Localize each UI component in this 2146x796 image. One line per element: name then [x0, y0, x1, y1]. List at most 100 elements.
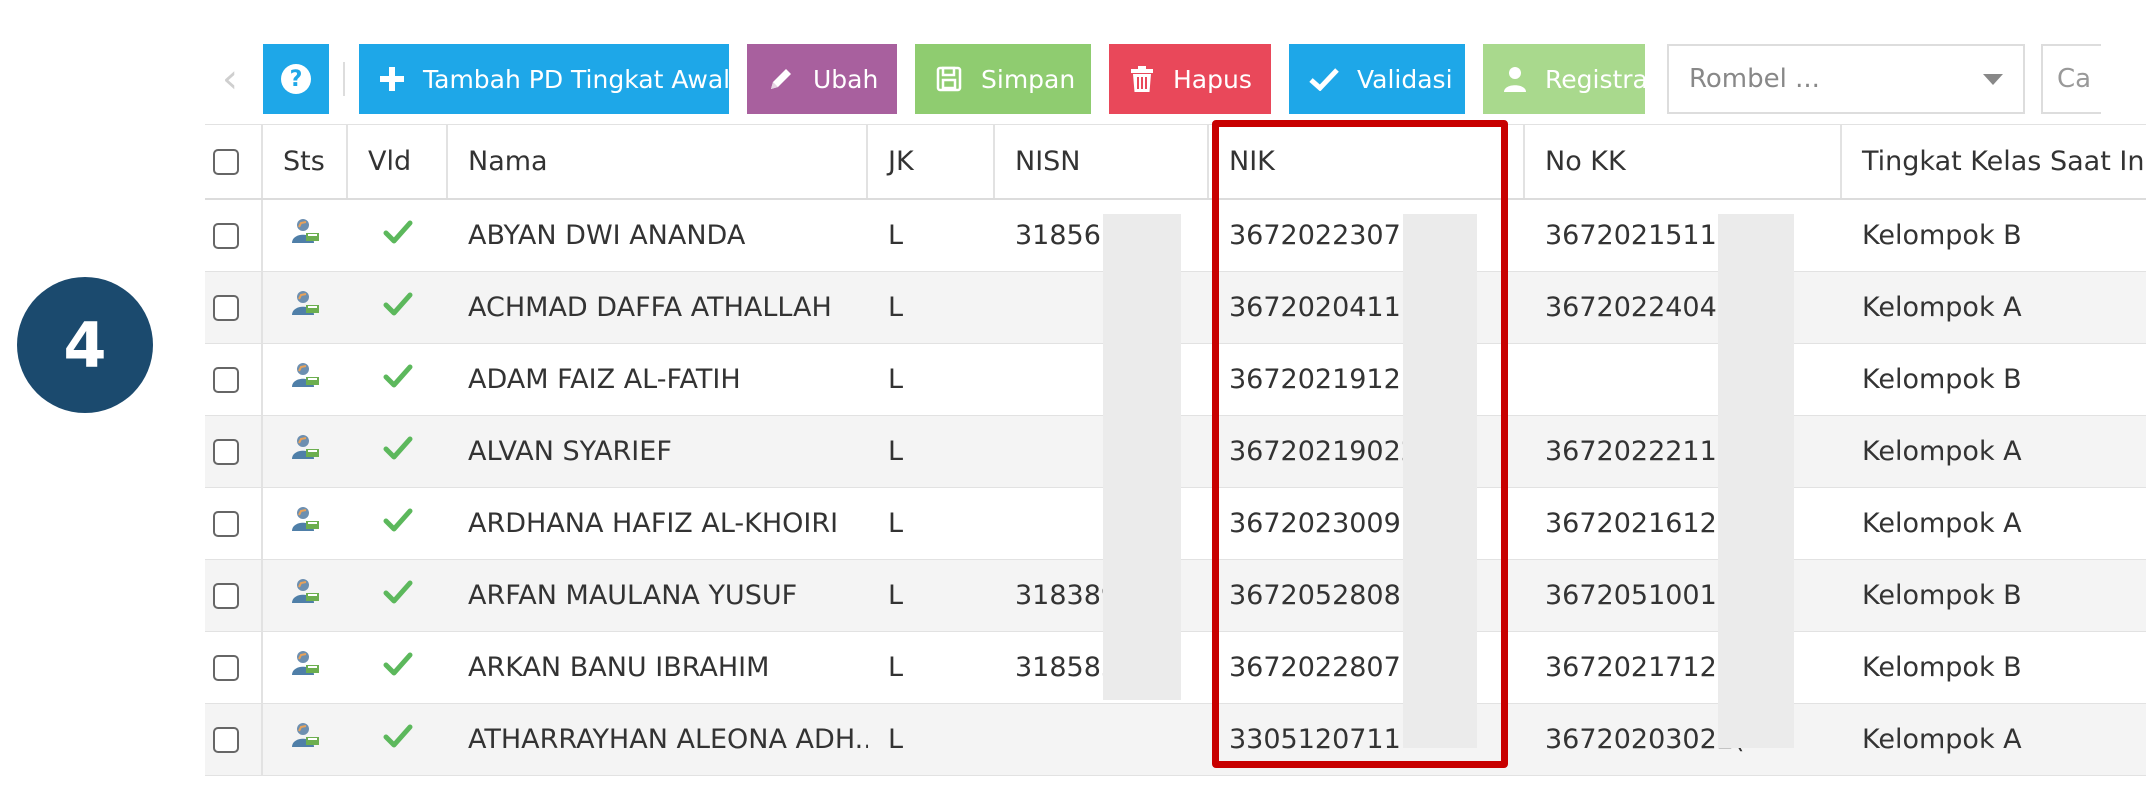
jk-cell: L — [888, 508, 904, 539]
edit-button[interactable]: Ubah — [747, 44, 897, 114]
add-student-button[interactable]: Tambah PD Tingkat Awal — [359, 44, 731, 114]
validated-check-icon — [383, 651, 413, 684]
column-header-nokk[interactable]: No KK — [1525, 125, 1842, 198]
status-cell — [263, 560, 348, 631]
nokk-cell: 367202240419 — [1545, 292, 1752, 323]
row-select-cell — [205, 272, 263, 343]
rombel-select[interactable]: Rombel ... — [1667, 44, 2025, 114]
toolbar: ‹ ? Tambah PD Tingkat Awal Ubah Simpan H… — [205, 44, 2146, 114]
rombel-select-value: Rombel ... — [1689, 64, 1820, 94]
student-status-icon — [289, 649, 323, 686]
help-button[interactable]: ? — [263, 44, 329, 114]
row-checkbox[interactable] — [213, 294, 239, 321]
tingkat-kelas-cell: Kelompok A — [1862, 724, 2022, 755]
nama-cell: ADAM FAIZ AL-FATIH — [468, 364, 741, 395]
validated-check-icon — [383, 435, 413, 468]
validated-check-icon — [383, 291, 413, 324]
help-icon: ? — [281, 64, 311, 94]
search-placeholder: Ca — [2057, 64, 2092, 94]
add-student-label: Tambah PD Tingkat Awal — [423, 64, 731, 94]
column-header-nisn[interactable]: NISN — [995, 125, 1209, 198]
status-cell — [263, 632, 348, 703]
tingkat-kelas-cell: Kelompok A — [1862, 292, 2022, 323]
student-status-icon — [289, 217, 323, 254]
nisn-cell — [995, 704, 1209, 775]
column-header-jk[interactable]: JK — [868, 125, 995, 198]
floppy-disk-icon — [935, 65, 963, 93]
nokk-cell: 36720222112( — [1545, 436, 1745, 467]
nokk-cell: 367205100118 — [1545, 580, 1752, 611]
plus-icon — [379, 66, 405, 92]
nokk-cell: 36720217120 — [1545, 652, 1734, 683]
row-checkbox[interactable] — [213, 726, 239, 753]
validation-cell — [348, 488, 448, 559]
jk-cell: L — [888, 652, 904, 683]
validated-check-icon — [383, 507, 413, 540]
row-checkbox[interactable] — [213, 366, 239, 393]
validated-check-icon — [383, 723, 413, 756]
row-checkbox[interactable] — [213, 438, 239, 465]
save-button[interactable]: Simpan — [915, 44, 1091, 114]
validate-button[interactable]: Validasi — [1289, 44, 1465, 114]
nisn-redaction — [1103, 214, 1181, 700]
validation-cell — [348, 272, 448, 343]
select-all-checkbox[interactable] — [213, 148, 239, 175]
delete-button[interactable]: Hapus — [1109, 44, 1271, 114]
column-header-nama[interactable]: Nama — [448, 125, 868, 198]
column-header-sts[interactable]: Sts — [263, 125, 348, 198]
nama-cell: ACHMAD DAFFA ATHALLAH — [468, 292, 832, 323]
trash-icon — [1129, 65, 1155, 93]
table-row[interactable]: ATHARRAYHAN ALEONA ADH... L 33051207111 367… — [205, 704, 2146, 776]
validated-check-icon — [383, 579, 413, 612]
status-cell — [263, 272, 348, 343]
status-cell — [263, 200, 348, 271]
nokk-cell: 36720216121( — [1545, 508, 1745, 539]
delete-label: Hapus — [1173, 64, 1252, 94]
nokk-cell: 36720215111( — [1545, 220, 1745, 251]
edit-label: Ubah — [813, 64, 879, 94]
nokk-cell: 36720203022( — [1545, 724, 1745, 755]
status-cell — [263, 416, 348, 487]
student-status-icon — [289, 505, 323, 542]
save-label: Simpan — [981, 64, 1076, 94]
row-select-cell — [205, 488, 263, 559]
nama-cell: ABYAN DWI ANANDA — [468, 220, 746, 251]
row-select-cell — [205, 344, 263, 415]
student-status-icon — [289, 577, 323, 614]
row-select-cell — [205, 632, 263, 703]
row-select-cell — [205, 704, 263, 775]
row-checkbox[interactable] — [213, 654, 239, 681]
search-input[interactable]: Ca — [2041, 44, 2101, 114]
user-icon — [1503, 65, 1527, 93]
validation-cell — [348, 200, 448, 271]
caret-down-icon — [1983, 73, 2003, 85]
nokk-cell — [1525, 344, 1842, 415]
tingkat-kelas-cell: Kelompok B — [1862, 580, 2022, 611]
jk-cell: L — [888, 724, 904, 755]
row-select-cell — [205, 560, 263, 631]
student-status-icon — [289, 433, 323, 470]
step-number-badge: 4 — [17, 277, 153, 413]
column-header-tingkat-kelas[interactable]: Tingkat Kelas Saat Ini — [1842, 125, 2146, 198]
row-checkbox[interactable] — [213, 582, 239, 609]
status-cell — [263, 488, 348, 559]
select-all-cell — [205, 125, 263, 198]
validated-check-icon — [383, 219, 413, 252]
jk-cell: L — [888, 436, 904, 467]
validated-check-icon — [383, 363, 413, 396]
toolbar-divider — [343, 62, 345, 96]
jk-cell: L — [888, 220, 904, 251]
row-checkbox[interactable] — [213, 510, 239, 537]
validation-cell — [348, 416, 448, 487]
validation-cell — [348, 632, 448, 703]
column-header-vld[interactable]: Vld — [348, 125, 448, 198]
validation-cell — [348, 704, 448, 775]
tingkat-kelas-cell: Kelompok A — [1862, 436, 2022, 467]
student-status-icon — [289, 721, 323, 758]
row-checkbox[interactable] — [213, 222, 239, 249]
tingkat-kelas-cell: Kelompok B — [1862, 220, 2022, 251]
status-cell — [263, 344, 348, 415]
chevron-left-icon[interactable]: ‹ — [205, 44, 255, 114]
nama-cell: ARDHANA HAFIZ AL-KHOIRI — [468, 508, 839, 539]
register-button[interactable]: Registrasi — [1483, 44, 1668, 114]
